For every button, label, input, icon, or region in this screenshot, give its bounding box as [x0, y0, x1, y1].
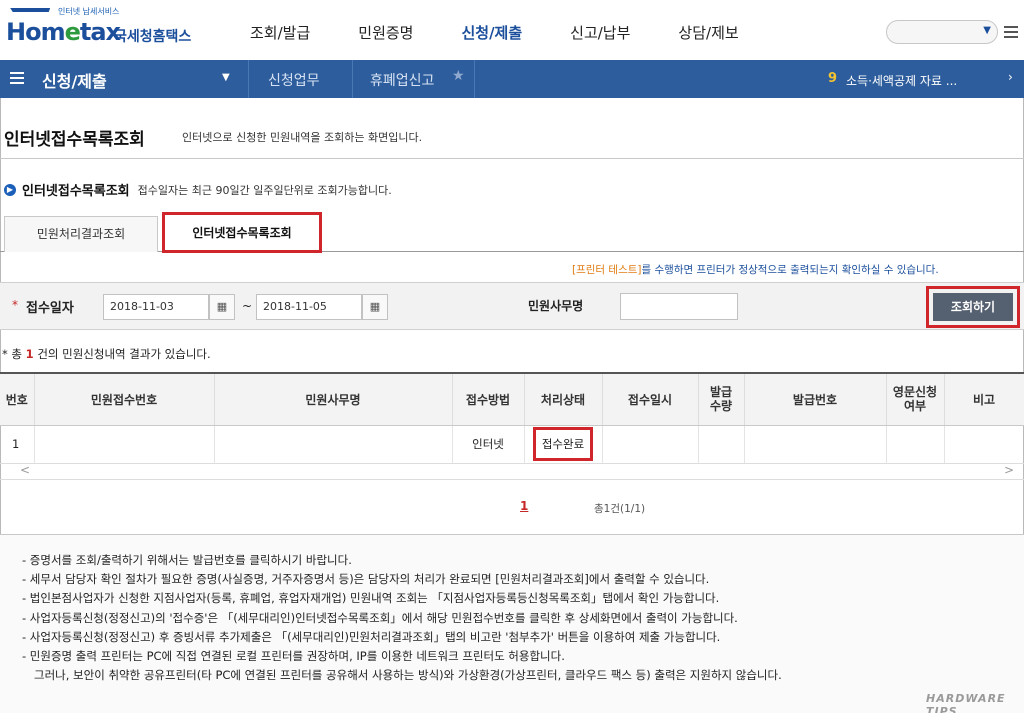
logo-brand: Hometax — [6, 18, 121, 46]
note-item: - 사업자등록신청(정정신고) 후 증빙서류 추가제출은 「(세무대리인)민원처… — [22, 629, 721, 644]
cell-date — [602, 425, 699, 464]
ticker-text[interactable]: 소득·세액공제 자료 ... — [846, 72, 957, 89]
col-header: 번호 — [0, 372, 35, 426]
breadcrumb-item-closure[interactable]: 휴폐업신고 — [370, 70, 434, 90]
chevron-right-icon[interactable]: › — [1008, 70, 1013, 84]
page-info: 총1건(1/1) — [594, 503, 646, 515]
breadcrumb-divider — [352, 60, 353, 98]
cell-office-name — [214, 425, 453, 464]
nav-item-application[interactable]: 신청/제출 — [461, 22, 522, 43]
search-dropdown-icon[interactable]: ▼ — [983, 25, 991, 36]
star-icon[interactable]: ★ — [452, 68, 465, 84]
section-heading: 인터넷접수목록조회 — [22, 184, 130, 199]
note-item: - 증명서를 조회/출력하기 위해서는 발급번호를 클릭하시기 바랍니다. — [22, 553, 352, 567]
breadcrumb-divider — [248, 60, 249, 98]
horizontal-scrollbar[interactable]: < > — [0, 462, 1024, 480]
col-header: 민원사무명 — [214, 372, 453, 426]
hamburger-menu-icon[interactable] — [1004, 26, 1018, 41]
table-header-row: 번호 민원접수번호 민원사무명 접수방법 처리상태 접수일시 발급 수량 발급번… — [0, 372, 1024, 426]
result-prefix: * 총 — [2, 347, 22, 361]
tab-processing-result[interactable]: 민원처리결과조회 — [4, 216, 158, 252]
main-nav: 조회/발급 민원증명 신청/제출 신고/납부 상담/제보 — [250, 22, 787, 43]
cell-number: 1 — [0, 425, 35, 464]
office-name-input[interactable] — [620, 293, 738, 320]
note-item: - 법인본점사업자가 신청한 지점사업자(등록, 휴폐업, 휴업자재개업) 민원… — [22, 591, 720, 606]
search-button[interactable]: 조회하기 — [933, 293, 1013, 321]
logo-subtitle: 인터넷 납세서비스 — [58, 7, 120, 16]
required-mark: * — [12, 298, 18, 312]
note-item: - 사업자등록신청(정정신고)의 '접수증'은 「(세무대리인)인터넷접수목록조… — [22, 610, 738, 625]
tab-internet-receipt[interactable]: 인터넷접수목록조회 — [162, 212, 322, 253]
notice-text: 를 수행하면 프린터가 정상적으로 출력되는지 확인하실 수 있습니다. — [641, 264, 939, 276]
notes-box: - 증명서를 조회/출력하기 위해서는 발급번호를 클릭하시기 바랍니다. - … — [0, 534, 1024, 713]
date-from-field[interactable]: 2018-11-03 — [103, 294, 209, 320]
date-range-separator: ~ — [242, 299, 253, 313]
col-header: 접수방법 — [452, 372, 525, 426]
cell-issue-number[interactable] — [744, 425, 887, 464]
menu-icon[interactable] — [10, 72, 24, 87]
nav-item-inquiry[interactable]: 조회/발급 — [250, 22, 310, 43]
office-name-label: 민원사무명 — [528, 299, 584, 313]
col-header: 발급번호 — [744, 372, 887, 426]
printer-notice: [프린터 테스트]를 수행하면 프린터가 정상적으로 출력되는지 확인하실 수 … — [572, 262, 939, 277]
printer-test-link[interactable]: [프린터 테스트] — [572, 264, 642, 276]
tab-bar: 민원처리결과조회 인터넷접수목록조회 — [0, 212, 1024, 253]
result-suffix: 건의 민원신청내역 결과가 있습니다. — [37, 347, 211, 361]
ticker-number: 9 — [828, 71, 838, 86]
logo-korean: 국세청홈택스 — [114, 29, 192, 45]
page-link[interactable]: 1 — [520, 499, 528, 513]
dropdown-arrow-icon[interactable]: ▼ — [222, 72, 230, 83]
col-header: 접수일시 — [602, 372, 699, 426]
calendar-icon[interactable]: ▦ — [209, 294, 235, 320]
note-item: - 세무서 담당자 확인 절차가 필요한 증명(사실증명, 거주자증명서 등)은… — [22, 572, 710, 587]
breadcrumb-item-request[interactable]: 신청업무 — [268, 70, 320, 90]
bullet-arrow-icon: ▶ — [4, 183, 16, 196]
note-item: 그러나, 보안이 취약한 공유프린터(타 PC에 연결된 프린터를 공유해서 사… — [34, 668, 782, 683]
section-description: 접수일자는 최근 90일간 일주일단위로 조회가능합니다. — [137, 183, 392, 197]
col-header: 비고 — [944, 372, 1024, 426]
col-header: 민원접수번호 — [34, 372, 215, 426]
chevron-right-icon[interactable]: > — [1004, 463, 1014, 477]
divider — [0, 158, 1024, 159]
search-form: * 접수일자 2018-11-03 ▦ ~ 2018-11-05 ▦ 민원사무명… — [0, 282, 1024, 330]
col-header: 처리상태 — [524, 372, 603, 426]
date-to-field[interactable]: 2018-11-05 — [256, 294, 362, 320]
nav-item-consult[interactable]: 상담/제보 — [678, 22, 738, 43]
hometax-logo[interactable]: 인터넷 납세서비스 Hometax 국세청홈택스 — [5, 6, 206, 50]
page-description: 인터넷으로 신청한 민원내역을 조회하는 화면입니다. — [182, 131, 423, 144]
receipt-table: 번호 민원접수번호 민원사무명 접수방법 처리상태 접수일시 발급 수량 발급번… — [0, 372, 1024, 464]
cell-receipt-number[interactable] — [34, 425, 215, 464]
cell-remark — [944, 425, 1024, 464]
search-input[interactable]: ▼ — [886, 20, 998, 44]
nav-item-report[interactable]: 신고/납부 — [570, 22, 630, 43]
status-highlight: 접수완료 — [532, 427, 594, 461]
cell-status: 접수완료 — [524, 425, 603, 464]
cell-english — [886, 425, 945, 464]
cell-method: 인터넷 — [452, 425, 525, 464]
top-header: 인터넷 납세서비스 Hometax 국세청홈택스 조회/발급 민원증명 신청/제… — [0, 0, 1024, 60]
section-title: ▶ 인터넷접수목록조회 접수일자는 최근 90일간 일주일단위로 조회가능합니다… — [4, 180, 392, 199]
table-row[interactable]: 1 인터넷 접수완료 — [0, 425, 1024, 464]
col-header: 영문신청 여부 — [886, 372, 945, 426]
breadcrumb-divider — [474, 60, 475, 98]
result-count-number: 1 — [25, 347, 34, 361]
breadcrumb-title[interactable]: 신청/제출 — [42, 68, 107, 92]
breadcrumb-bar: 신청/제출 ▼ 신청업무 휴폐업신고 ★ 9 소득·세액공제 자료 ... › — [0, 60, 1024, 98]
result-count: * 총 1 건의 민원신청내역 결과가 있습니다. — [2, 346, 211, 362]
watermark: HARDWARE TIPS — [926, 692, 1006, 713]
chevron-left-icon[interactable]: < — [20, 463, 30, 477]
cell-quantity — [698, 425, 745, 464]
nav-item-certificate[interactable]: 민원증명 — [358, 22, 413, 43]
col-header: 발급 수량 — [698, 372, 745, 426]
search-button-highlight: 조회하기 — [926, 286, 1020, 328]
note-item: - 민원증명 출력 프린터는 PC에 직접 연결된 로컬 프린터를 권장하며, … — [22, 649, 565, 664]
date-label: 접수일자 — [26, 301, 74, 316]
page-title: 인터넷접수목록조회 — [4, 130, 145, 150]
calendar-icon[interactable]: ▦ — [362, 294, 388, 320]
